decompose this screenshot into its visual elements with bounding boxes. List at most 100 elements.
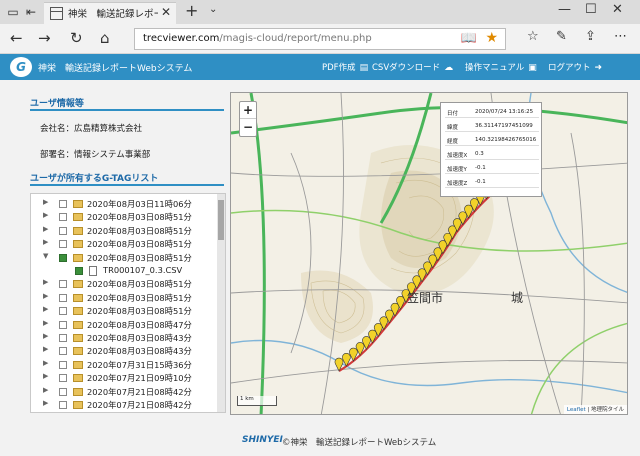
popup-value: 36.31147197451099	[475, 123, 533, 129]
tree-folder-row[interactable]: ▶ 2020年08月03日08時51分	[31, 238, 217, 251]
web-note-icon[interactable]: ✎	[556, 29, 567, 44]
sidebar: ユーザ情報等 会社名：広島精算株式会社 部署名：情報システム事業部 ユーザが所有…	[30, 80, 226, 440]
tree-file-row[interactable]: TR000107_0.3.CSV	[31, 265, 217, 278]
favorite-star-icon[interactable]: ★	[485, 30, 498, 46]
tree-checkbox[interactable]	[59, 347, 67, 356]
set-aside-tabs-icon[interactable]: ⇤	[22, 3, 40, 21]
share-icon[interactable]: ⇪	[585, 29, 596, 44]
refresh-icon[interactable]: ↻	[70, 29, 83, 47]
tab-actions-icon[interactable]: ▭	[4, 3, 22, 21]
tree-folder-row[interactable]: ▶ 2020年08月03日08時51分	[31, 292, 217, 305]
new-tab-icon[interactable]: +	[185, 1, 198, 20]
tree-checkbox[interactable]	[59, 374, 67, 383]
tree-checkbox[interactable]	[59, 253, 67, 262]
folder-icon	[73, 200, 83, 208]
tree-scroll-thumb[interactable]	[218, 200, 224, 240]
popup-key: 加速度Y	[447, 167, 467, 173]
tree-folder-row[interactable]: ▶ 2020年07月31日15時36分	[31, 359, 217, 372]
close-window-icon[interactable]: ✕	[612, 2, 623, 17]
popup-key: 経度	[447, 139, 459, 145]
tree-scrollbar[interactable]	[217, 194, 225, 412]
tree-checkbox[interactable]	[59, 320, 67, 329]
tree-checkbox[interactable]	[59, 307, 67, 316]
expand-toggle-icon[interactable]: ▶	[43, 292, 48, 300]
department-name: 部署名：情報システム事業部	[40, 150, 151, 160]
expand-toggle-icon[interactable]: ▶	[43, 238, 48, 246]
map-view[interactable]: + − 日付 2020/07/24 13:16:25 緯度 36.3114719745…	[230, 92, 628, 415]
zoom-in-button[interactable]: +	[240, 102, 256, 119]
close-tab-icon[interactable]: ✕	[161, 5, 171, 19]
tab-active[interactable]: 神栄 輸送記録レポートWe ✕	[44, 2, 176, 24]
folder-icon	[73, 347, 83, 356]
tree-checkbox[interactable]	[59, 293, 67, 302]
folder-icon	[73, 280, 83, 289]
collapse-toggle-icon[interactable]: ▼	[43, 252, 48, 260]
tree-checkbox[interactable]	[75, 267, 83, 275]
tree-checkbox[interactable]	[59, 213, 67, 222]
tab-list-chevron-icon[interactable]: ⌄	[209, 4, 217, 15]
tree-folder-row[interactable]: ▶ 2020年08月03日08時51分	[31, 211, 217, 224]
tree-folder-row[interactable]: ▶ 2020年08月03日08時51分	[31, 278, 217, 291]
leaflet-link[interactable]: Leaflet	[567, 407, 586, 413]
folder-icon	[73, 226, 83, 235]
tree-folder-row[interactable]: ▶ 2020年08月03日08時47分	[31, 319, 217, 332]
tree-folder-row[interactable]: ▼ 2020年08月03日08時51分	[31, 252, 217, 265]
gtag-tree[interactable]: ▶ 2020年08月03日11時06分 ▶ 2020年08月03日08時51分 ▶ 202…	[30, 193, 226, 413]
popup-value: -0.1	[475, 165, 486, 171]
tree-folder-row[interactable]: ▶ 2020年08月03日08時43分	[31, 345, 217, 358]
tree-checkbox[interactable]	[59, 240, 67, 249]
expand-toggle-icon[interactable]: ▶	[43, 305, 48, 313]
popup-key: 緯度	[447, 125, 459, 131]
popup-row: 加速度Y -0.1	[445, 163, 539, 174]
popup-value: -0.1	[475, 179, 486, 185]
expand-toggle-icon[interactable]: ▶	[43, 198, 48, 206]
tree-checkbox[interactable]	[59, 334, 67, 342]
tree-folder-row[interactable]: ▶ 2020年08月03日08時43分	[31, 332, 217, 345]
tree-checkbox[interactable]	[59, 226, 67, 235]
home-icon[interactable]: ⌂	[100, 29, 110, 47]
logout-button[interactable]: ログアウト ➜	[548, 61, 602, 73]
tree-folder-row[interactable]: ▶ 2020年08月03日08時51分	[31, 225, 217, 238]
forward-icon[interactable]: →	[38, 29, 51, 47]
expand-toggle-icon[interactable]: ▶	[43, 372, 48, 380]
expand-toggle-icon[interactable]: ▶	[43, 278, 48, 286]
tree-checkbox[interactable]	[59, 360, 67, 369]
map-place-label-2: 城	[511, 291, 524, 305]
tree-folder-row[interactable]: ▶ 2020年08月03日08時51分	[31, 305, 217, 318]
company-name: 会社名：広島精算株式会社	[40, 124, 143, 134]
expand-toggle-icon[interactable]: ▶	[43, 211, 48, 219]
manual-button[interactable]: 操作マニュアル ▣	[465, 61, 537, 73]
expand-toggle-icon[interactable]: ▶	[43, 225, 48, 233]
tree-item-label: 2020年08月03日08時43分	[87, 333, 192, 343]
minimize-icon[interactable]: —	[558, 2, 571, 17]
tab-title: 神栄 輸送記録レポートWe	[68, 9, 158, 20]
maximize-icon[interactable]: ☐	[585, 2, 597, 17]
expand-toggle-icon[interactable]: ▶	[43, 332, 48, 340]
expand-toggle-icon[interactable]: ▶	[43, 319, 48, 327]
zoom-out-button[interactable]: −	[240, 119, 256, 136]
favorites-list-icon[interactable]: ☆	[527, 29, 539, 44]
back-icon[interactable]: ←	[10, 29, 23, 47]
tree-folder-row[interactable]: ▶ 2020年07月21日08時42分	[31, 386, 217, 399]
csv-download-button[interactable]: CSVダウンロード ☁	[372, 61, 453, 73]
tree-checkbox[interactable]	[59, 387, 67, 396]
reading-view-icon[interactable]: 📖	[461, 31, 477, 46]
expand-toggle-icon[interactable]: ▶	[43, 359, 48, 367]
tree-checkbox[interactable]	[59, 401, 67, 409]
folder-icon	[73, 387, 83, 396]
tree-folder-row[interactable]: ▶ 2020年08月03日11時06分	[31, 198, 217, 211]
expand-toggle-icon[interactable]: ▶	[43, 399, 48, 407]
expand-toggle-icon[interactable]: ▶	[43, 386, 48, 394]
expand-toggle-icon[interactable]: ▶	[43, 345, 48, 353]
address-bar[interactable]: trecviewer.com/magis-cloud/report/menu.p…	[134, 28, 506, 50]
map-attribution: Leaflet | 地理院タイル	[563, 405, 627, 414]
popup-row: 加速度X 0.3	[445, 149, 539, 160]
tree-checkbox[interactable]	[59, 280, 67, 289]
app-header: G 神栄 輸送記録レポートWebシステム PDF作成 ▤ CSVダウンロード ☁ 操…	[0, 54, 640, 80]
pdf-create-button[interactable]: PDF作成 ▤	[322, 61, 368, 73]
tree-folder-row[interactable]: ▶ 2020年07月21日08時42分	[31, 399, 217, 412]
tree-folder-row[interactable]: ▶ 2020年07月21日09時10分	[31, 372, 217, 385]
more-menu-icon[interactable]: ⋯	[614, 29, 627, 44]
download-icon: ☁	[444, 63, 454, 73]
tree-checkbox[interactable]	[59, 200, 67, 208]
